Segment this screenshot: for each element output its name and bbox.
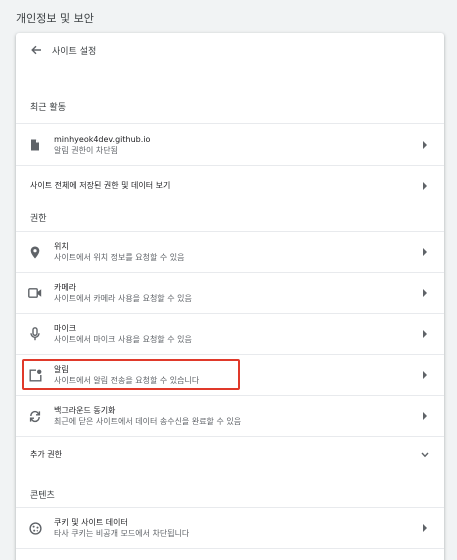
permission-desc: 사이트에서 마이크 사용을 요청할 수 있음 xyxy=(54,335,192,344)
permission-title: 백그라운드 동기화 xyxy=(54,406,116,415)
permission-title: 알림 xyxy=(54,365,69,374)
site-settings-card: 사이트 설정 최근 활동 minhyeok4dev.github.io 알림 권… xyxy=(16,33,444,560)
chevron-right-icon xyxy=(420,329,430,339)
permission-title: 카메라 xyxy=(54,283,77,292)
chevron-right-icon xyxy=(420,181,430,191)
cookie-icon xyxy=(28,521,42,535)
permission-row-microphone[interactable]: 마이크 사이트에서 마이크 사용을 요청할 수 있음 xyxy=(16,313,444,354)
permission-row-location[interactable]: 위치 사이트에서 위치 정보를 요청할 수 있음 xyxy=(16,231,444,272)
content-label: 콘텐츠 xyxy=(30,491,55,501)
microphone-icon xyxy=(28,327,42,341)
notification-icon xyxy=(28,368,42,382)
recent-site-row[interactable]: minhyeok4dev.github.io 알림 권한이 차단됨 xyxy=(16,123,444,165)
back-arrow-icon[interactable] xyxy=(28,42,44,58)
section-title: 개인정보 및 보안 xyxy=(16,12,94,25)
permission-row-notifications[interactable]: 알림 사이트에서 알림 전송을 요청할 수 있습니다 xyxy=(16,354,444,395)
location-pin-icon xyxy=(28,245,42,259)
page-title: 사이트 설정 xyxy=(52,46,97,57)
recent-site-domain: minhyeok4dev.github.io xyxy=(54,134,151,144)
permissions-label: 권한 xyxy=(30,214,47,224)
chevron-down-icon xyxy=(420,450,430,460)
content-row-cookies[interactable]: 쿠키 및 사이트 데이터 타사 쿠키는 비공개 모드에서 차단됩니다 xyxy=(16,507,444,548)
all-sites-label: 사이트 전체에 저장된 권한 및 데이터 보기 xyxy=(30,181,171,190)
chevron-right-icon xyxy=(420,288,430,298)
recent-site-status: 알림 권한이 차단됨 xyxy=(54,145,118,155)
camera-icon xyxy=(28,286,42,300)
permission-title: 마이크 xyxy=(54,324,77,333)
permission-row-camera[interactable]: 카메라 사이트에서 카메라 사용을 요청할 수 있음 xyxy=(16,272,444,313)
permission-title: 위치 xyxy=(54,242,69,251)
sync-icon xyxy=(28,409,42,423)
header: 사이트 설정 xyxy=(16,33,444,67)
additional-permissions-row[interactable]: 추가 권한 xyxy=(16,436,444,472)
chevron-right-icon xyxy=(420,411,430,421)
all-sites-row[interactable]: 사이트 전체에 저장된 권한 및 데이터 보기 xyxy=(16,165,444,205)
chevron-right-icon xyxy=(420,140,430,150)
permission-row-background-sync[interactable]: 백그라운드 동기화 최근에 닫은 사이트에서 데이터 송수신을 완료할 수 있음 xyxy=(16,395,444,436)
permission-desc: 사이트에서 카메라 사용을 요청할 수 있음 xyxy=(54,294,192,303)
content-title: 쿠키 및 사이트 데이터 xyxy=(54,518,128,527)
chevron-right-icon xyxy=(420,370,430,380)
recent-activity-label: 최근 활동 xyxy=(30,103,66,113)
content-row-next[interactable] xyxy=(16,548,444,560)
chevron-right-icon xyxy=(420,247,430,257)
permission-desc: 최근에 닫은 사이트에서 데이터 송수신을 완료할 수 있음 xyxy=(54,417,242,426)
file-icon xyxy=(28,138,42,152)
chevron-right-icon xyxy=(420,523,430,533)
content-desc: 타사 쿠키는 비공개 모드에서 차단됩니다 xyxy=(54,529,190,538)
settings-page: 개인정보 및 보안 사이트 설정 최근 활동 minhyeok4dev.gith… xyxy=(0,0,457,560)
permission-desc: 사이트에서 위치 정보를 요청할 수 있음 xyxy=(54,253,185,262)
additional-permissions-label: 추가 권한 xyxy=(30,450,62,459)
permission-desc: 사이트에서 알림 전송을 요청할 수 있습니다 xyxy=(54,376,200,385)
